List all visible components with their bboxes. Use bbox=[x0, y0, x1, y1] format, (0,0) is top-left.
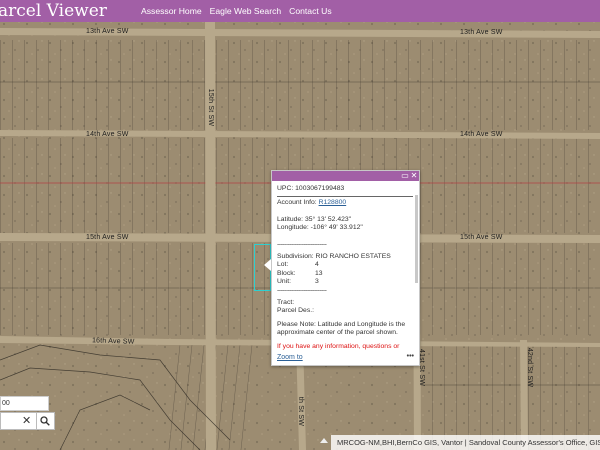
street-label-13th-ave-east: 13th Ave SW bbox=[460, 29, 503, 36]
longitude-value: -106° 49' 33.912" bbox=[310, 224, 363, 232]
popup-title-bar: ▭ ✕ bbox=[272, 171, 419, 181]
street-label-15th-ave-east: 15th Ave SW bbox=[460, 234, 503, 241]
separator-2: ---------------------------- bbox=[277, 286, 327, 294]
upc-value: 1003067199483 bbox=[295, 185, 345, 192]
attribution-toggle-icon[interactable] bbox=[320, 438, 328, 443]
street-label-st-partial: th St SW bbox=[297, 396, 305, 427]
parcel-des-label: Parcel Des.: bbox=[277, 307, 315, 315]
street-label-14th-ave-west: 14th Ave SW bbox=[86, 131, 129, 138]
street-label-16th-ave: 16th Ave SW bbox=[91, 337, 135, 346]
divider bbox=[277, 196, 413, 198]
block-row: Block: 13 bbox=[277, 270, 414, 278]
popup-pointer bbox=[264, 259, 271, 271]
tract-label: Tract: bbox=[277, 299, 295, 307]
separator-1: ---------------------------- bbox=[277, 240, 327, 248]
latitude-value: 35° 13' 52.423" bbox=[304, 215, 352, 223]
longitude-row: Longitude: -106° 49' 33.912" bbox=[277, 224, 414, 232]
account-label: Account Info: bbox=[277, 199, 317, 207]
block-value: 13 bbox=[315, 269, 323, 277]
maximize-icon[interactable]: ▭ bbox=[401, 172, 409, 180]
close-icon[interactable]: ✕ bbox=[410, 172, 418, 180]
longitude-label: Longitude: bbox=[277, 224, 309, 232]
parcel-info-popup: ▭ ✕ UPC: 1003067199483 Account Info: R12… bbox=[271, 170, 420, 366]
street-label-13th-ave-west: 13th Ave SW bbox=[86, 28, 129, 35]
search-icon bbox=[40, 416, 50, 426]
coordinates-note: Please Note: Latitude and Longitude is t… bbox=[277, 320, 406, 337]
latitude-label: Latitude: bbox=[277, 215, 304, 223]
more-actions-icon[interactable]: ••• bbox=[407, 352, 414, 362]
app-header: arcel Viewer Assessor Home Eagle Web Sea… bbox=[0, 0, 600, 22]
map-attribution: MRCOG-NM,BHI,BernCo GIS, Vantor | Sandov… bbox=[331, 435, 600, 450]
subdivision-value: RIO RANCHO ESTATES bbox=[315, 253, 391, 261]
upc-row: UPC: 1003067199483 bbox=[277, 185, 414, 193]
latitude-row: Latitude: 35° 13' 52.423" bbox=[277, 216, 414, 224]
nav-assessor-home[interactable]: Assessor Home bbox=[141, 0, 202, 22]
popup-footer: Zoom to ••• bbox=[277, 353, 414, 363]
clear-icon[interactable]: ✕ bbox=[22, 414, 31, 428]
unit-row: Unit: 3 bbox=[277, 278, 414, 286]
contact-warning: If you have any information, questions o… bbox=[277, 342, 400, 350]
subdivision-row: Subdivision: RIO RANCHO ESTATES bbox=[277, 253, 414, 261]
account-link[interactable]: R128800 bbox=[319, 199, 347, 206]
lot-row: Lot: 4 bbox=[277, 261, 414, 269]
unit-value: 3 bbox=[315, 278, 319, 286]
street-label-14th-ave-east: 14th Ave SW bbox=[460, 131, 503, 138]
lot-value: 4 bbox=[315, 261, 319, 269]
search-widget: 00 ✕ bbox=[0, 396, 56, 432]
search-result-field[interactable]: 00 bbox=[0, 396, 49, 411]
account-row: Account Info: R128800 bbox=[277, 199, 414, 207]
nav-eagle-web-search[interactable]: Eagle Web Search bbox=[210, 0, 282, 22]
street-label-15th-ave-west: 15th Ave SW bbox=[86, 234, 129, 241]
block-label: Block: bbox=[277, 269, 296, 277]
nav-contact-us[interactable]: Contact Us bbox=[289, 0, 332, 22]
search-input[interactable]: ✕ bbox=[0, 412, 37, 430]
header-nav: Assessor Home Eagle Web Search Contact U… bbox=[141, 0, 332, 22]
popup-scrollbar[interactable] bbox=[415, 195, 418, 283]
street-label-42nd-st: 42nd St SW bbox=[526, 347, 534, 388]
lot-label: Lot: bbox=[277, 261, 289, 269]
zoom-to-link[interactable]: Zoom to bbox=[277, 354, 303, 361]
upc-label: UPC: bbox=[277, 185, 294, 192]
popup-content: UPC: 1003067199483 Account Info: R128800… bbox=[277, 185, 414, 355]
app-title: arcel Viewer bbox=[0, 1, 107, 21]
search-button[interactable] bbox=[36, 412, 55, 430]
unit-label: Unit: bbox=[277, 278, 291, 286]
street-label-15th-st: 15th St SW bbox=[207, 88, 215, 127]
subdivision-label: Subdivision: bbox=[277, 253, 314, 261]
